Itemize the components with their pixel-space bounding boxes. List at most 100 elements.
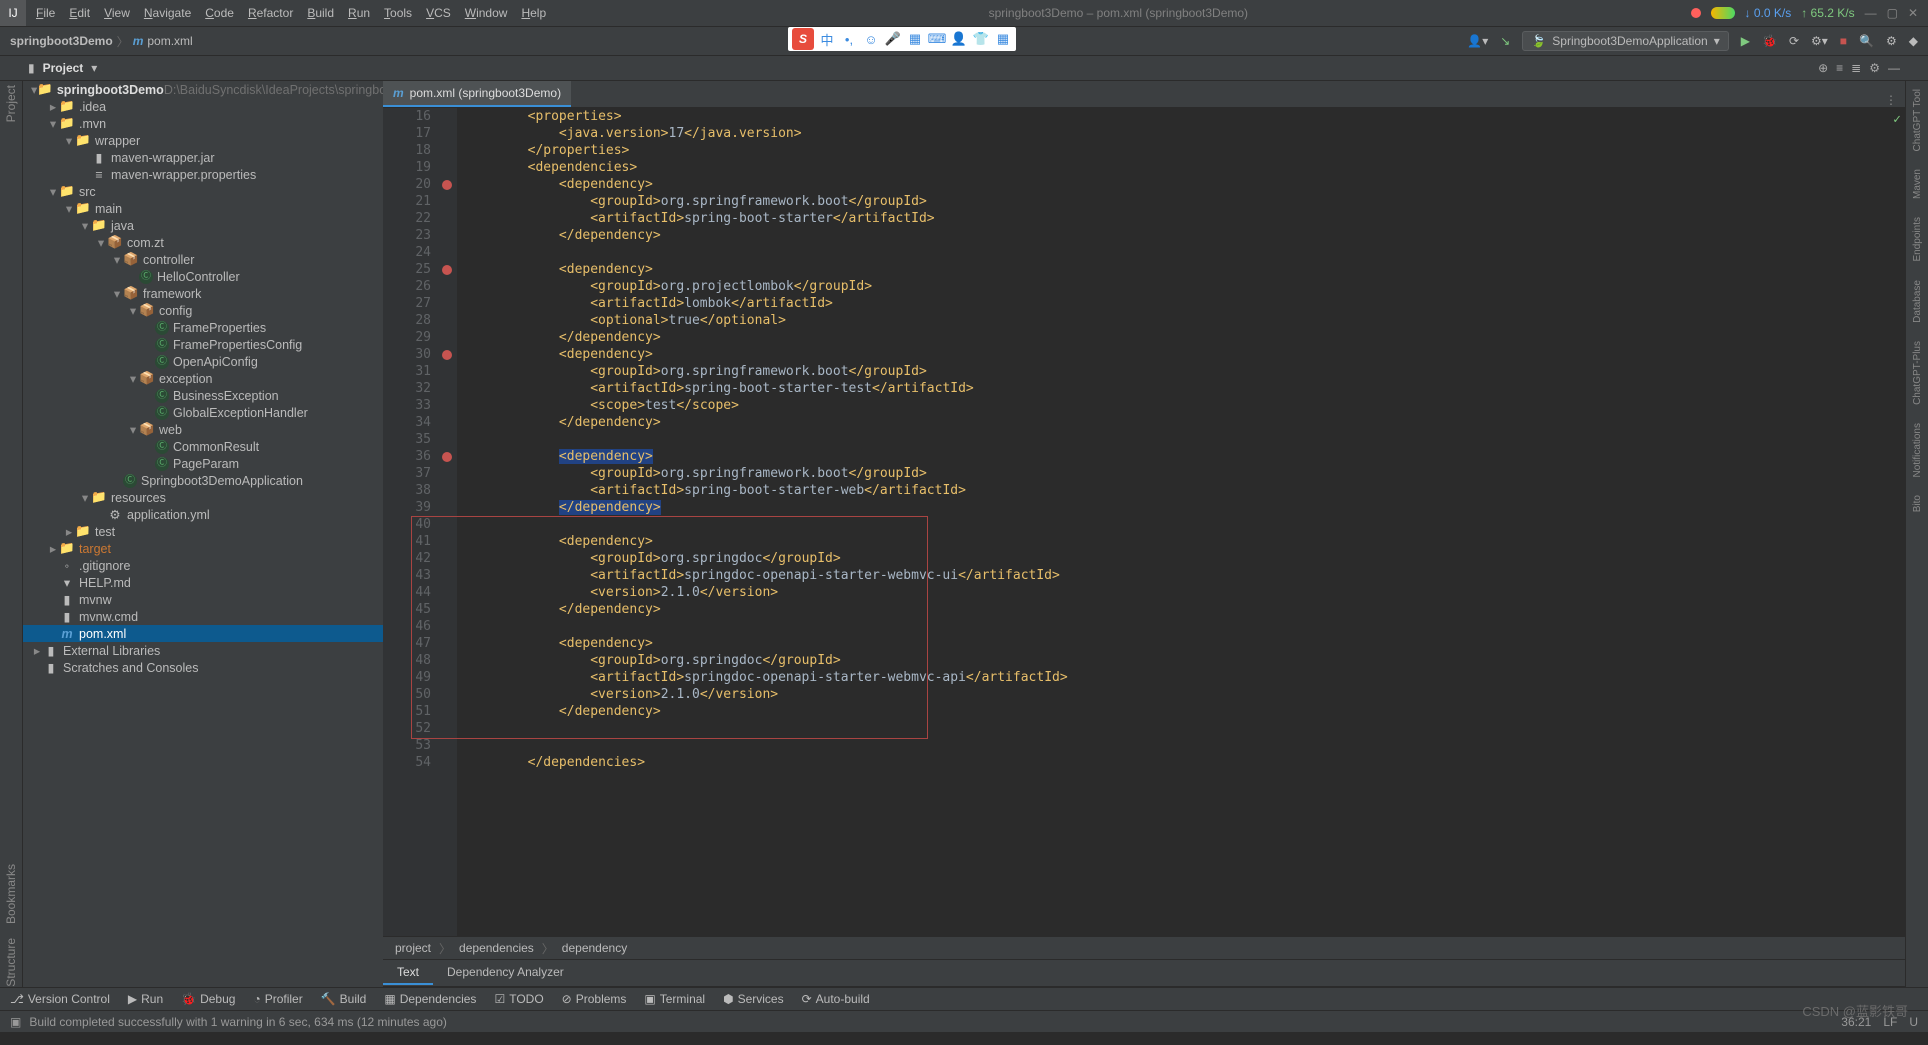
crumb-project[interactable]: project [395, 941, 431, 955]
ime-lang-icon[interactable]: 中 [818, 30, 836, 48]
gutter[interactable] [437, 108, 457, 936]
locate-icon[interactable]: ⊕ [1818, 61, 1828, 75]
settings-icon[interactable]: ⚙ [1886, 34, 1897, 48]
menu-view[interactable]: View [104, 6, 130, 20]
tool-profiler[interactable]: ◔Profiler [253, 992, 302, 1006]
tree-item[interactable]: ▾📦config [23, 302, 383, 319]
plugins-icon[interactable]: ◆ [1909, 34, 1918, 48]
chevron-down-icon[interactable]: ▾ [91, 61, 97, 75]
ime-skin-icon[interactable]: 👕 [972, 30, 990, 48]
ime-keyboard-icon[interactable]: ⌨ [928, 30, 946, 48]
breadcrumb-project[interactable]: springboot3Demo [10, 34, 113, 48]
menu-file[interactable]: File [36, 6, 55, 20]
collapse-icon[interactable]: ≣ [1851, 61, 1861, 75]
left-tool-gutter[interactable]: Project Bookmarks Structure [0, 81, 23, 987]
right-tool-gutter[interactable]: ChatGPT ToolMavenEndpointsDatabaseChatGP… [1905, 81, 1928, 987]
tree-item[interactable]: ▾📦web [23, 421, 383, 438]
tree-item[interactable]: mpom.xml [23, 625, 383, 642]
tree-item[interactable]: ▾HELP.md [23, 574, 383, 591]
tree-item[interactable]: ▮maven-wrapper.jar [23, 149, 383, 166]
tree-item[interactable]: ⒸPageParam [23, 455, 383, 472]
bottom-tool-bar[interactable]: ⎇Version Control▶Run🐞Debug◔Profiler🔨Buil… [0, 987, 1928, 1010]
search-icon[interactable]: 🔍 [1859, 34, 1874, 48]
tree-item[interactable]: ▾📦exception [23, 370, 383, 387]
tree-item[interactable]: ≡maven-wrapper.properties [23, 166, 383, 183]
code-lines[interactable]: <properties> <java.version>17</java.vers… [457, 108, 1905, 936]
tool-version-control[interactable]: ⎇Version Control [10, 992, 110, 1006]
status-icon[interactable]: ▣ [10, 1015, 21, 1029]
tree-item[interactable]: ▾📁main [23, 200, 383, 217]
breadcrumb[interactable]: springboot3Demo 〉 m pom.xml [0, 33, 193, 50]
menu-build[interactable]: Build [307, 6, 334, 20]
tree-item[interactable]: ⒸHelloController [23, 268, 383, 285]
tool-auto-build[interactable]: ⟳Auto-build [802, 992, 870, 1006]
editor-subtab-dependency-analyzer[interactable]: Dependency Analyzer [433, 961, 578, 985]
menu-refactor[interactable]: Refactor [248, 6, 293, 20]
menu-window[interactable]: Window [465, 6, 508, 20]
tree-item[interactable]: ▮mvnw.cmd [23, 608, 383, 625]
expand-icon[interactable]: ≡ [1836, 61, 1843, 75]
ime-mic-icon[interactable]: 🎤 [884, 30, 902, 48]
run-config-dropdown[interactable]: 🍃 Springboot3DemoApplication ▾ [1522, 31, 1728, 51]
menu-navigate[interactable]: Navigate [144, 6, 191, 20]
menu-run[interactable]: Run [348, 6, 370, 20]
tool-todo[interactable]: ☑TODO [494, 992, 543, 1006]
inspection-ok-icon[interactable]: ✓ [1893, 112, 1901, 127]
tree-item[interactable]: ▾📁resources [23, 489, 383, 506]
structure-tool-button[interactable]: Structure [4, 930, 18, 987]
tool-services[interactable]: ⬢Services [723, 992, 784, 1006]
menu-code[interactable]: Code [205, 6, 234, 20]
project-panel-title[interactable]: Project [43, 61, 84, 75]
tree-item[interactable]: ▮mvnw [23, 591, 383, 608]
ime-toolbar[interactable]: S 中 •, ☺ 🎤 ▦ ⌨ 👤 👕 ▦ [788, 27, 1016, 51]
crumb-dependency[interactable]: dependency [562, 941, 627, 955]
tool-terminal[interactable]: ▣Terminal [644, 992, 705, 1006]
tree-item[interactable]: ⒸCommonResult [23, 438, 383, 455]
tool-debug[interactable]: 🐞Debug [181, 992, 235, 1006]
debug-icon[interactable]: 🐞 [1762, 34, 1777, 48]
code-area[interactable]: 1617181920212223242526272829303132333435… [383, 108, 1905, 936]
editor-bottom-tabs[interactable]: TextDependency Analyzer [383, 960, 1905, 987]
editor-tabs[interactable]: m pom.xml (springboot3Demo) ⋮ [383, 81, 1905, 108]
encoding[interactable]: U [1909, 1015, 1918, 1029]
right-tool-maven[interactable]: Maven [1912, 165, 1923, 203]
ime-grid-icon[interactable]: ▦ [994, 30, 1012, 48]
minimize-icon[interactable]: — [1865, 6, 1877, 20]
main-menu[interactable]: FileEditViewNavigateCodeRefactorBuildRun… [26, 6, 546, 20]
tree-item[interactable]: ⒸSpringboot3DemoApplication [23, 472, 383, 489]
gear-icon[interactable]: ⚙ [1869, 61, 1880, 75]
close-icon[interactable]: ✕ [1908, 6, 1918, 20]
profile-icon[interactable]: ⚙▾ [1811, 34, 1828, 48]
menu-vcs[interactable]: VCS [426, 6, 451, 20]
ime-emoji-icon[interactable]: ☺ [862, 30, 880, 48]
coverage-icon[interactable]: ⟳ [1789, 34, 1799, 48]
right-tool-database[interactable]: Database [1912, 276, 1923, 327]
tree-item[interactable]: ⒸGlobalExceptionHandler [23, 404, 383, 421]
ime-clip-icon[interactable]: ▦ [906, 30, 924, 48]
run-icon[interactable]: ▶ [1741, 34, 1750, 48]
menu-tools[interactable]: Tools [384, 6, 412, 20]
tree-item[interactable]: ▸📁test [23, 523, 383, 540]
project-tree[interactable]: ▾📁springboot3Demo D:\BaiduSyncdisk\IdeaP… [23, 81, 383, 987]
tree-item[interactable]: ⒸFrameProperties [23, 319, 383, 336]
tree-item[interactable]: ▸📁target [23, 540, 383, 557]
tree-item[interactable]: ⒸOpenApiConfig [23, 353, 383, 370]
right-tool-chatgpt-plus[interactable]: ChatGPT-Plus [1912, 337, 1923, 409]
tree-item[interactable]: ▾📁.mvn [23, 115, 383, 132]
tool-problems[interactable]: ⊘Problems [562, 992, 627, 1006]
maximize-icon[interactable]: ▢ [1887, 6, 1898, 20]
build-hammer-icon[interactable]: ↘ [1500, 34, 1510, 48]
editor-tab-menu-icon[interactable]: ⋮ [1885, 93, 1905, 107]
tree-item[interactable]: ▾📁wrapper [23, 132, 383, 149]
ime-user-icon[interactable]: 👤 [950, 30, 968, 48]
right-tool-notifications[interactable]: Notifications [1912, 419, 1923, 481]
project-tool-button[interactable]: Project [4, 85, 18, 122]
tool-dependencies[interactable]: ▦Dependencies [384, 992, 476, 1006]
tree-item[interactable]: ▾📁java [23, 217, 383, 234]
tree-item[interactable]: ▾📁src [23, 183, 383, 200]
tree-item[interactable]: ⒸFramePropertiesConfig [23, 336, 383, 353]
tree-item[interactable]: ▸📁.idea [23, 98, 383, 115]
tree-item[interactable]: ⒸBusinessException [23, 387, 383, 404]
right-tool-endpoints[interactable]: Endpoints [1912, 213, 1923, 265]
breadcrumb-file[interactable]: pom.xml [147, 34, 192, 48]
